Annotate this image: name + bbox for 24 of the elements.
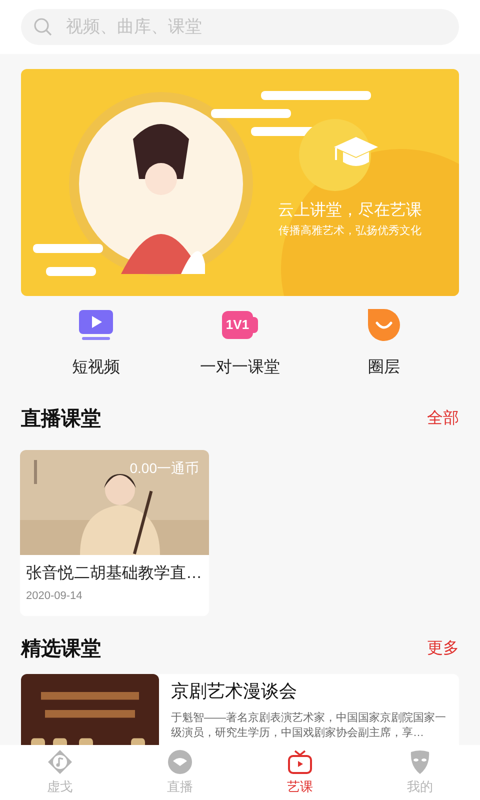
- view-all-link[interactable]: 全部: [427, 407, 459, 431]
- course-title: 张音悦二胡基础教学直…: [25, 564, 203, 584]
- search-icon: [33, 17, 53, 37]
- graduation-cap-icon: [333, 135, 379, 169]
- course-date: 2020-09-14: [25, 589, 84, 604]
- price-label: 0.00一通币: [130, 459, 199, 478]
- play-video-icon: [78, 309, 114, 341]
- live-course-card[interactable]: 0.00一通币 张音悦二胡基础教学直… 2020-09-14: [20, 450, 209, 616]
- banner-tagline: 传播高雅艺术，弘扬优秀文化: [278, 224, 422, 239]
- course-title: 京剧艺术漫谈会: [171, 680, 298, 703]
- shortcut-button[interactable]: 短视频: [41, 308, 151, 380]
- smile-bubble-icon: [367, 308, 401, 342]
- section-title: 直播课堂: [21, 407, 101, 432]
- banner-headline: 云上讲堂，尽在艺课: [278, 200, 422, 221]
- shortcut-button[interactable]: 1V1 一对一课堂: [185, 308, 295, 380]
- course-description: 于魁智——著名京剧表演艺术家，中国国家京剧院国家一级演员，研究生学历，中国戏剧家协会副主席，享…: [171, 711, 447, 741]
- section-title: 精选课堂: [21, 637, 101, 662]
- more-link[interactable]: 更多: [427, 637, 459, 661]
- featured-course-card[interactable]: 京剧艺术漫谈会 于魁智——著名京剧表演艺术家，中国国家京剧院国家一级演员，研究生学历，中国戏剧家协会副主席，享…: [21, 674, 459, 745]
- music-note-icon: [47, 748, 73, 775]
- tv-play-icon: [287, 748, 313, 775]
- shortcut-button[interactable]: 圈层: [329, 308, 439, 380]
- tab-bar-item[interactable]: 艺课: [240, 745, 360, 800]
- fan-icon: [167, 748, 193, 775]
